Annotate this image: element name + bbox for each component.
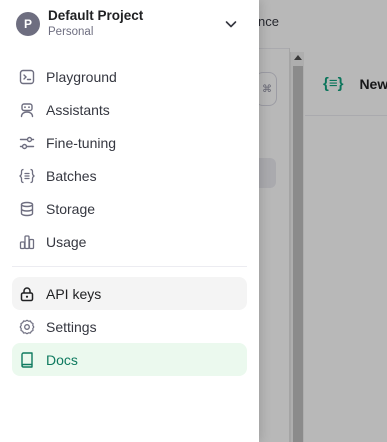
nav-item-docs[interactable]: Docs [12,343,247,376]
robot-icon [18,101,36,119]
nav-item-fine-tuning[interactable]: Fine-tuning [12,126,247,159]
project-name: Default Project [48,8,144,23]
nav-item-storage[interactable]: Storage [12,192,247,225]
nav-item-label: Fine-tuning [46,134,117,151]
sliders-icon [18,134,36,152]
nav-item-settings[interactable]: Settings [12,310,247,343]
nav-divider [12,266,247,267]
nav-item-label: Batches [46,167,97,184]
nav-item-label: Usage [46,233,87,250]
nav-item-label: API keys [46,285,102,302]
nav-item-playground[interactable]: Playground [12,60,247,93]
braces-list-icon [18,167,36,185]
bar-chart-icon [18,233,36,251]
book-icon [18,351,36,369]
navigation-drawer: P Default Project Personal Playground As… [0,0,259,442]
nav-item-usage[interactable]: Usage [12,225,247,258]
project-switcher[interactable]: P Default Project Personal [8,4,251,44]
chevron-down-icon [223,16,239,32]
nav-item-api-keys[interactable]: API keys [12,277,247,310]
nav-item-batches[interactable]: Batches [12,159,247,192]
nav-item-label: Settings [46,318,97,335]
gear-icon [18,318,36,336]
nav-item-label: Docs [46,351,78,368]
nav-item-label: Storage [46,200,96,217]
database-icon [18,200,36,218]
nav-secondary: API keys Settings Docs [12,277,247,376]
project-subtitle: Personal [48,26,94,38]
nav-item-assistants[interactable]: Assistants [12,93,247,126]
lock-icon [18,285,36,303]
avatar: P [16,12,40,36]
nav-item-label: Assistants [46,101,110,118]
nav-primary: Playground Assistants Fine-tuning Batche… [12,60,247,258]
nav-item-label: Playground [46,68,117,85]
terminal-icon [18,68,36,86]
